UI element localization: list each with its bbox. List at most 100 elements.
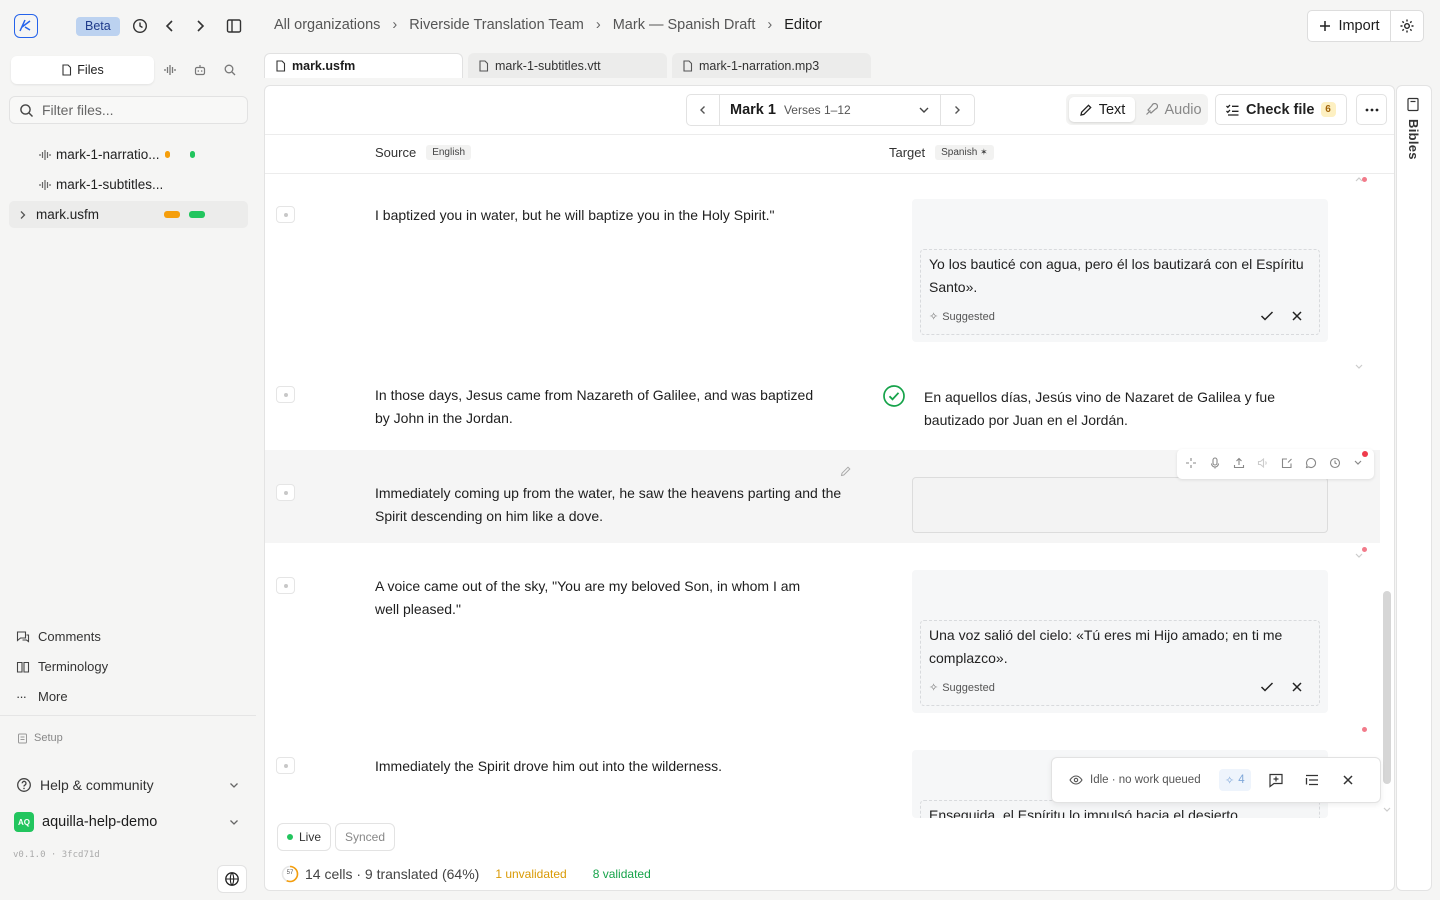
file-item-narration[interactable]: mark-1-narratio...: [9, 141, 248, 168]
beta-badge: Beta: [76, 17, 120, 36]
language-button[interactable]: [217, 865, 247, 893]
app-logo-icon[interactable]: [14, 14, 38, 38]
history-icon[interactable]: [131, 17, 149, 35]
filter-files-input[interactable]: Filter files...: [9, 96, 248, 124]
file-tab-subtitles[interactable]: mark-1-subtitles.vtt: [468, 53, 667, 78]
forward-arrow-icon[interactable]: [191, 17, 209, 35]
file-tab-narration[interactable]: mark-1-narration.mp3: [672, 53, 871, 78]
audio-mode-button[interactable]: Audio: [1139, 97, 1207, 122]
previous-chapter-icon[interactable]: [697, 104, 709, 116]
sidebar-item-comments[interactable]: Comments: [16, 629, 101, 644]
check-file-label: Check file: [1246, 101, 1315, 118]
speaker-icon[interactable]: [1257, 457, 1269, 469]
chevron-down-icon[interactable]: [1354, 552, 1364, 560]
live-status-pill[interactable]: Live: [277, 823, 332, 851]
globe-icon: [224, 871, 240, 887]
upload-icon[interactable]: [1233, 457, 1245, 469]
sidebar-tabs: Files: [11, 56, 248, 84]
add-comment-icon[interactable]: [1268, 772, 1284, 788]
target-text[interactable]: En aquellos días, Jesús vino de Nazaret …: [924, 386, 1314, 432]
file-tab-usfm[interactable]: mark.usfm: [264, 53, 463, 78]
chevron-down-icon: [918, 104, 930, 116]
file-name: mark-1-narratio...: [56, 147, 160, 162]
chevron-down-icon[interactable]: [1354, 363, 1364, 371]
target-editor-input[interactable]: [912, 477, 1328, 533]
header-divider: [265, 173, 1394, 174]
ai-suggest-icon[interactable]: [1185, 457, 1197, 469]
sidebar-item-more[interactable]: ··· More: [16, 689, 68, 704]
tab-audio-waveform-icon[interactable]: [163, 63, 177, 77]
validated-count[interactable]: 8 validated: [593, 867, 651, 881]
import-button[interactable]: Import: [1307, 10, 1391, 42]
close-icon[interactable]: [1342, 774, 1354, 786]
chevron-down-icon: [228, 779, 240, 791]
breadcrumb-organizations[interactable]: All organizations: [274, 17, 380, 33]
tab-files[interactable]: Files: [11, 56, 154, 84]
check-file-button[interactable]: Check file 6: [1215, 94, 1347, 125]
cell-menu-button[interactable]: [276, 484, 295, 501]
edit-source-icon[interactable]: [840, 465, 852, 477]
cell-menu-button[interactable]: [276, 386, 295, 403]
help-circle-icon: [16, 777, 32, 793]
sidebar-toggle-icon[interactable]: [225, 17, 243, 35]
sidebar-item-terminology[interactable]: Terminology: [16, 659, 108, 674]
bibles-panel: [1396, 85, 1432, 891]
eye-icon: [1069, 774, 1083, 786]
progress-ring: 57: [281, 865, 299, 883]
accept-suggestion-icon[interactable]: [1260, 310, 1274, 322]
divider: [0, 715, 256, 716]
breadcrumb-team[interactable]: Riverside Translation Team: [409, 17, 584, 33]
next-chapter-icon[interactable]: [951, 104, 963, 116]
live-label: Live: [299, 830, 322, 844]
ellipsis-icon: ···: [16, 689, 27, 704]
outline-list-icon[interactable]: [1304, 772, 1320, 788]
ellipsis-icon: [1365, 108, 1379, 112]
source-label: Source: [375, 145, 417, 160]
suggested-text: Suggested: [942, 681, 995, 694]
text-mode-button[interactable]: Text: [1069, 97, 1135, 122]
bibles-tab[interactable]: Bibles: [1406, 119, 1421, 160]
sidebar-item-setup[interactable]: Setup: [17, 732, 63, 744]
breadcrumb-project[interactable]: Mark — Spanish Draft: [613, 17, 756, 33]
validated-check-icon[interactable]: [882, 384, 906, 408]
settings-button[interactable]: [1391, 10, 1424, 42]
live-dot: [287, 834, 293, 840]
reject-suggestion-icon[interactable]: [1291, 681, 1303, 693]
back-arrow-icon[interactable]: [161, 17, 179, 35]
scroll-down-icon[interactable]: [1383, 807, 1391, 813]
sparkle-icon: ✧: [929, 682, 939, 694]
file-item-usfm[interactable]: mark.usfm: [9, 201, 248, 228]
chapter-select[interactable]: Mark 1 Verses 1–12: [719, 95, 941, 125]
tab-search-icon[interactable]: [223, 63, 237, 77]
tab-robot-icon[interactable]: [193, 63, 207, 77]
cell-menu-button[interactable]: [276, 757, 295, 774]
reject-suggestion-icon[interactable]: [1291, 310, 1303, 322]
vertical-scrollbar[interactable]: [1383, 591, 1391, 784]
book-open-icon[interactable]: [1406, 97, 1420, 112]
import-label: Import: [1338, 18, 1380, 34]
chevron-down-icon[interactable]: [1353, 459, 1363, 467]
file-item-subtitles[interactable]: mark-1-subtitles...: [9, 171, 248, 198]
cell-menu-button[interactable]: [276, 206, 295, 223]
target-column-header: Target Spanish ✶: [889, 145, 994, 160]
unsaved-indicator-dot: [1362, 177, 1367, 182]
target-language-chip[interactable]: Spanish ✶: [935, 145, 994, 160]
sparkle-icon: ✧: [929, 311, 939, 323]
synced-status-pill[interactable]: Synced: [335, 823, 396, 851]
history-icon[interactable]: [1329, 457, 1341, 469]
version-label: v0.1.0 · 3fcd71d: [13, 850, 100, 860]
organization-switcher[interactable]: AQ aquilla-help-demo: [14, 812, 240, 832]
chapter-verses: Verses 1–12: [783, 103, 851, 117]
help-community-menu[interactable]: Help & community: [16, 777, 240, 793]
accept-suggestion-icon[interactable]: [1260, 681, 1274, 693]
audio-mode-label: Audio: [1164, 101, 1202, 118]
microphone-icon[interactable]: [1209, 457, 1221, 469]
comment-icon[interactable]: [1305, 457, 1317, 469]
more-options-button[interactable]: [1356, 94, 1387, 125]
chapter-navigator: Mark 1 Verses 1–12: [686, 94, 975, 126]
edit-note-icon[interactable]: [1281, 457, 1293, 469]
status-text: Idle · no work queued: [1090, 774, 1201, 786]
unvalidated-count[interactable]: 1 unvalidated: [495, 867, 566, 881]
queued-count: 4: [1238, 774, 1245, 786]
cell-menu-button[interactable]: [276, 577, 295, 594]
